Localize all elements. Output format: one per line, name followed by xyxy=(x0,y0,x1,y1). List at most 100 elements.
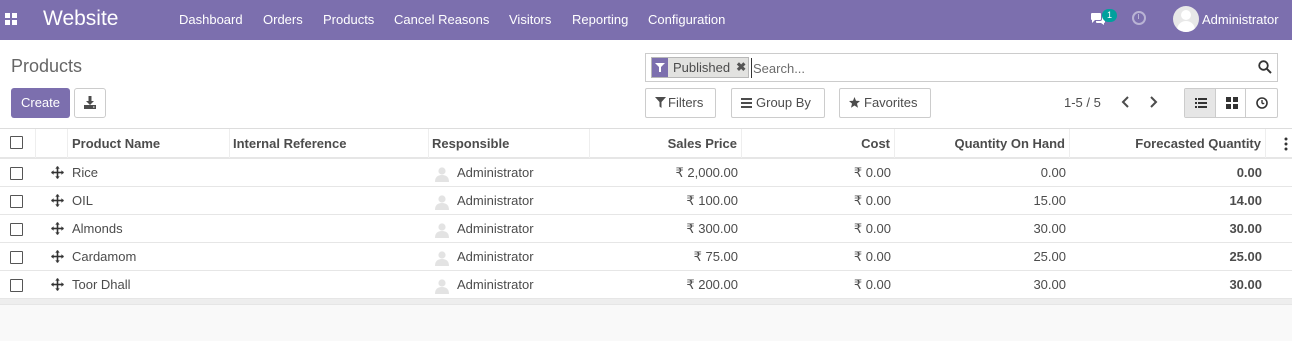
search-facet: Published ✖ xyxy=(651,57,750,78)
list-view-icon xyxy=(1195,98,1207,108)
select-all-checkbox[interactable] xyxy=(10,136,23,149)
app-brand[interactable]: Website xyxy=(43,7,118,31)
filter-icon xyxy=(655,97,666,108)
cell-responsible: Administrator xyxy=(457,165,534,180)
pager-value[interactable]: 1-5 / 5 xyxy=(1064,95,1101,110)
cell-product-name: OIL xyxy=(72,193,93,208)
cell-sales-price: ₹ 300.00 xyxy=(686,221,738,236)
create-button[interactable]: Create xyxy=(11,88,70,118)
header-sales-price[interactable]: Sales Price xyxy=(589,129,742,158)
filters-label: Filters xyxy=(668,95,704,110)
menu-configuration[interactable]: Configuration xyxy=(648,12,725,27)
facet-remove-icon[interactable]: ✖ xyxy=(734,58,748,77)
table-row[interactable]: Toor Dhall Administrator ₹ 200.00 ₹ 0.00… xyxy=(0,271,1292,299)
top-navbar: Website Dashboard Orders Products Cancel… xyxy=(0,0,1292,40)
cell-quantity-on-hand: 0.00 xyxy=(1040,165,1066,180)
search-input[interactable] xyxy=(751,58,1241,78)
menu-reporting[interactable]: Reporting xyxy=(572,12,628,27)
responsible-avatar xyxy=(435,279,449,294)
table-row[interactable]: OIL Administrator ₹ 100.00 ₹ 0.00 15.00 … xyxy=(0,187,1292,215)
cell-forecasted-quantity: 0.00 xyxy=(1236,165,1262,180)
activity-view-button[interactable] xyxy=(1246,89,1277,117)
menu-dashboard[interactable]: Dashboard xyxy=(179,12,243,27)
cell-internal-reference xyxy=(233,215,423,243)
favorites-label: Favorites xyxy=(864,95,918,110)
drag-handle-icon[interactable] xyxy=(51,250,64,263)
drag-handle-icon[interactable] xyxy=(51,166,64,179)
cell-sales-price: ₹ 100.00 xyxy=(686,193,738,208)
search-box[interactable]: Published ✖ xyxy=(645,53,1278,82)
select-all-cell xyxy=(0,129,36,158)
menu-orders[interactable]: Orders xyxy=(263,12,303,27)
cell-internal-reference xyxy=(233,271,423,299)
responsible-avatar xyxy=(435,251,449,266)
header-internal-reference[interactable]: Internal Reference xyxy=(229,129,429,158)
export-button[interactable] xyxy=(74,88,106,118)
search-icon[interactable] xyxy=(1258,60,1272,74)
drag-handle-icon[interactable] xyxy=(51,278,64,291)
cell-responsible: Administrator xyxy=(457,193,534,208)
header-cost[interactable]: Cost xyxy=(741,129,895,158)
cell-forecasted-quantity: 25.00 xyxy=(1229,249,1262,264)
cell-internal-reference xyxy=(233,159,423,187)
pager-next-icon[interactable] xyxy=(1143,92,1163,112)
row-checkbox[interactable] xyxy=(10,251,23,264)
table-footer xyxy=(0,299,1292,305)
row-checkbox[interactable] xyxy=(10,195,23,208)
optional-columns-icon[interactable] xyxy=(1284,137,1288,151)
row-checkbox[interactable] xyxy=(10,279,23,292)
cell-quantity-on-hand: 15.00 xyxy=(1033,193,1066,208)
cell-forecasted-quantity: 30.00 xyxy=(1229,277,1262,292)
cell-cost: ₹ 0.00 xyxy=(853,221,891,236)
clock-icon xyxy=(1256,97,1269,109)
drag-handle-icon[interactable] xyxy=(51,222,64,235)
products-list: Product Name Internal Reference Responsi… xyxy=(0,128,1292,305)
cell-quantity-on-hand: 30.00 xyxy=(1033,277,1066,292)
cell-internal-reference xyxy=(233,187,423,215)
cell-cost: ₹ 0.00 xyxy=(853,277,891,292)
favorites-button[interactable]: Favorites xyxy=(839,88,931,118)
kanban-view-button[interactable] xyxy=(1216,89,1247,117)
cell-cost: ₹ 0.00 xyxy=(853,165,891,180)
cell-internal-reference xyxy=(233,243,423,271)
breadcrumb: Products xyxy=(11,56,83,76)
table-row[interactable]: Cardamom Administrator ₹ 75.00 ₹ 0.00 25… xyxy=(0,243,1292,271)
responsible-avatar xyxy=(435,167,449,182)
user-name[interactable]: Administrator xyxy=(1202,12,1279,27)
table-row[interactable]: Rice Administrator ₹ 2,000.00 ₹ 0.00 0.0… xyxy=(0,159,1292,187)
filters-button[interactable]: Filters xyxy=(645,88,716,118)
table-header: Product Name Internal Reference Responsi… xyxy=(0,129,1292,159)
menu-cancel-reasons[interactable]: Cancel Reasons xyxy=(394,12,489,27)
header-forecasted-quantity[interactable]: Forecasted Quantity xyxy=(1069,129,1266,158)
pager-previous-icon[interactable] xyxy=(1116,92,1136,112)
header-quantity-on-hand[interactable]: Quantity On Hand xyxy=(894,129,1070,158)
row-checkbox[interactable] xyxy=(10,167,23,180)
cell-cost: ₹ 0.00 xyxy=(853,193,891,208)
drag-handle-icon[interactable] xyxy=(51,194,64,207)
cell-forecasted-quantity: 14.00 xyxy=(1229,193,1262,208)
activity-clock-icon[interactable] xyxy=(1132,11,1146,25)
cell-responsible: Administrator xyxy=(457,221,534,236)
responsible-avatar xyxy=(435,223,449,238)
group-by-button[interactable]: Group By xyxy=(731,88,825,118)
list-view-button[interactable] xyxy=(1185,89,1216,117)
user-avatar[interactable] xyxy=(1173,6,1199,32)
row-checkbox[interactable] xyxy=(10,223,23,236)
header-responsible[interactable]: Responsible xyxy=(428,129,590,158)
download-icon xyxy=(84,96,96,109)
header-product-name[interactable]: Product Name xyxy=(68,129,230,158)
kanban-view-icon xyxy=(1225,97,1238,109)
apps-menu-icon[interactable] xyxy=(5,13,17,25)
view-switcher xyxy=(1184,88,1278,118)
chat-badge: 1 xyxy=(1102,9,1117,22)
cell-product-name: Toor Dhall xyxy=(72,277,131,292)
cell-forecasted-quantity: 30.00 xyxy=(1229,221,1262,236)
cell-product-name: Almonds xyxy=(72,221,123,236)
table-row[interactable]: Almonds Administrator ₹ 300.00 ₹ 0.00 30… xyxy=(0,215,1292,243)
star-icon xyxy=(849,97,860,108)
handle-header xyxy=(36,129,68,158)
cell-sales-price: ₹ 200.00 xyxy=(686,277,738,292)
menu-visitors[interactable]: Visitors xyxy=(509,12,551,27)
menu-products[interactable]: Products xyxy=(323,12,374,27)
cell-product-name: Cardamom xyxy=(72,249,137,264)
